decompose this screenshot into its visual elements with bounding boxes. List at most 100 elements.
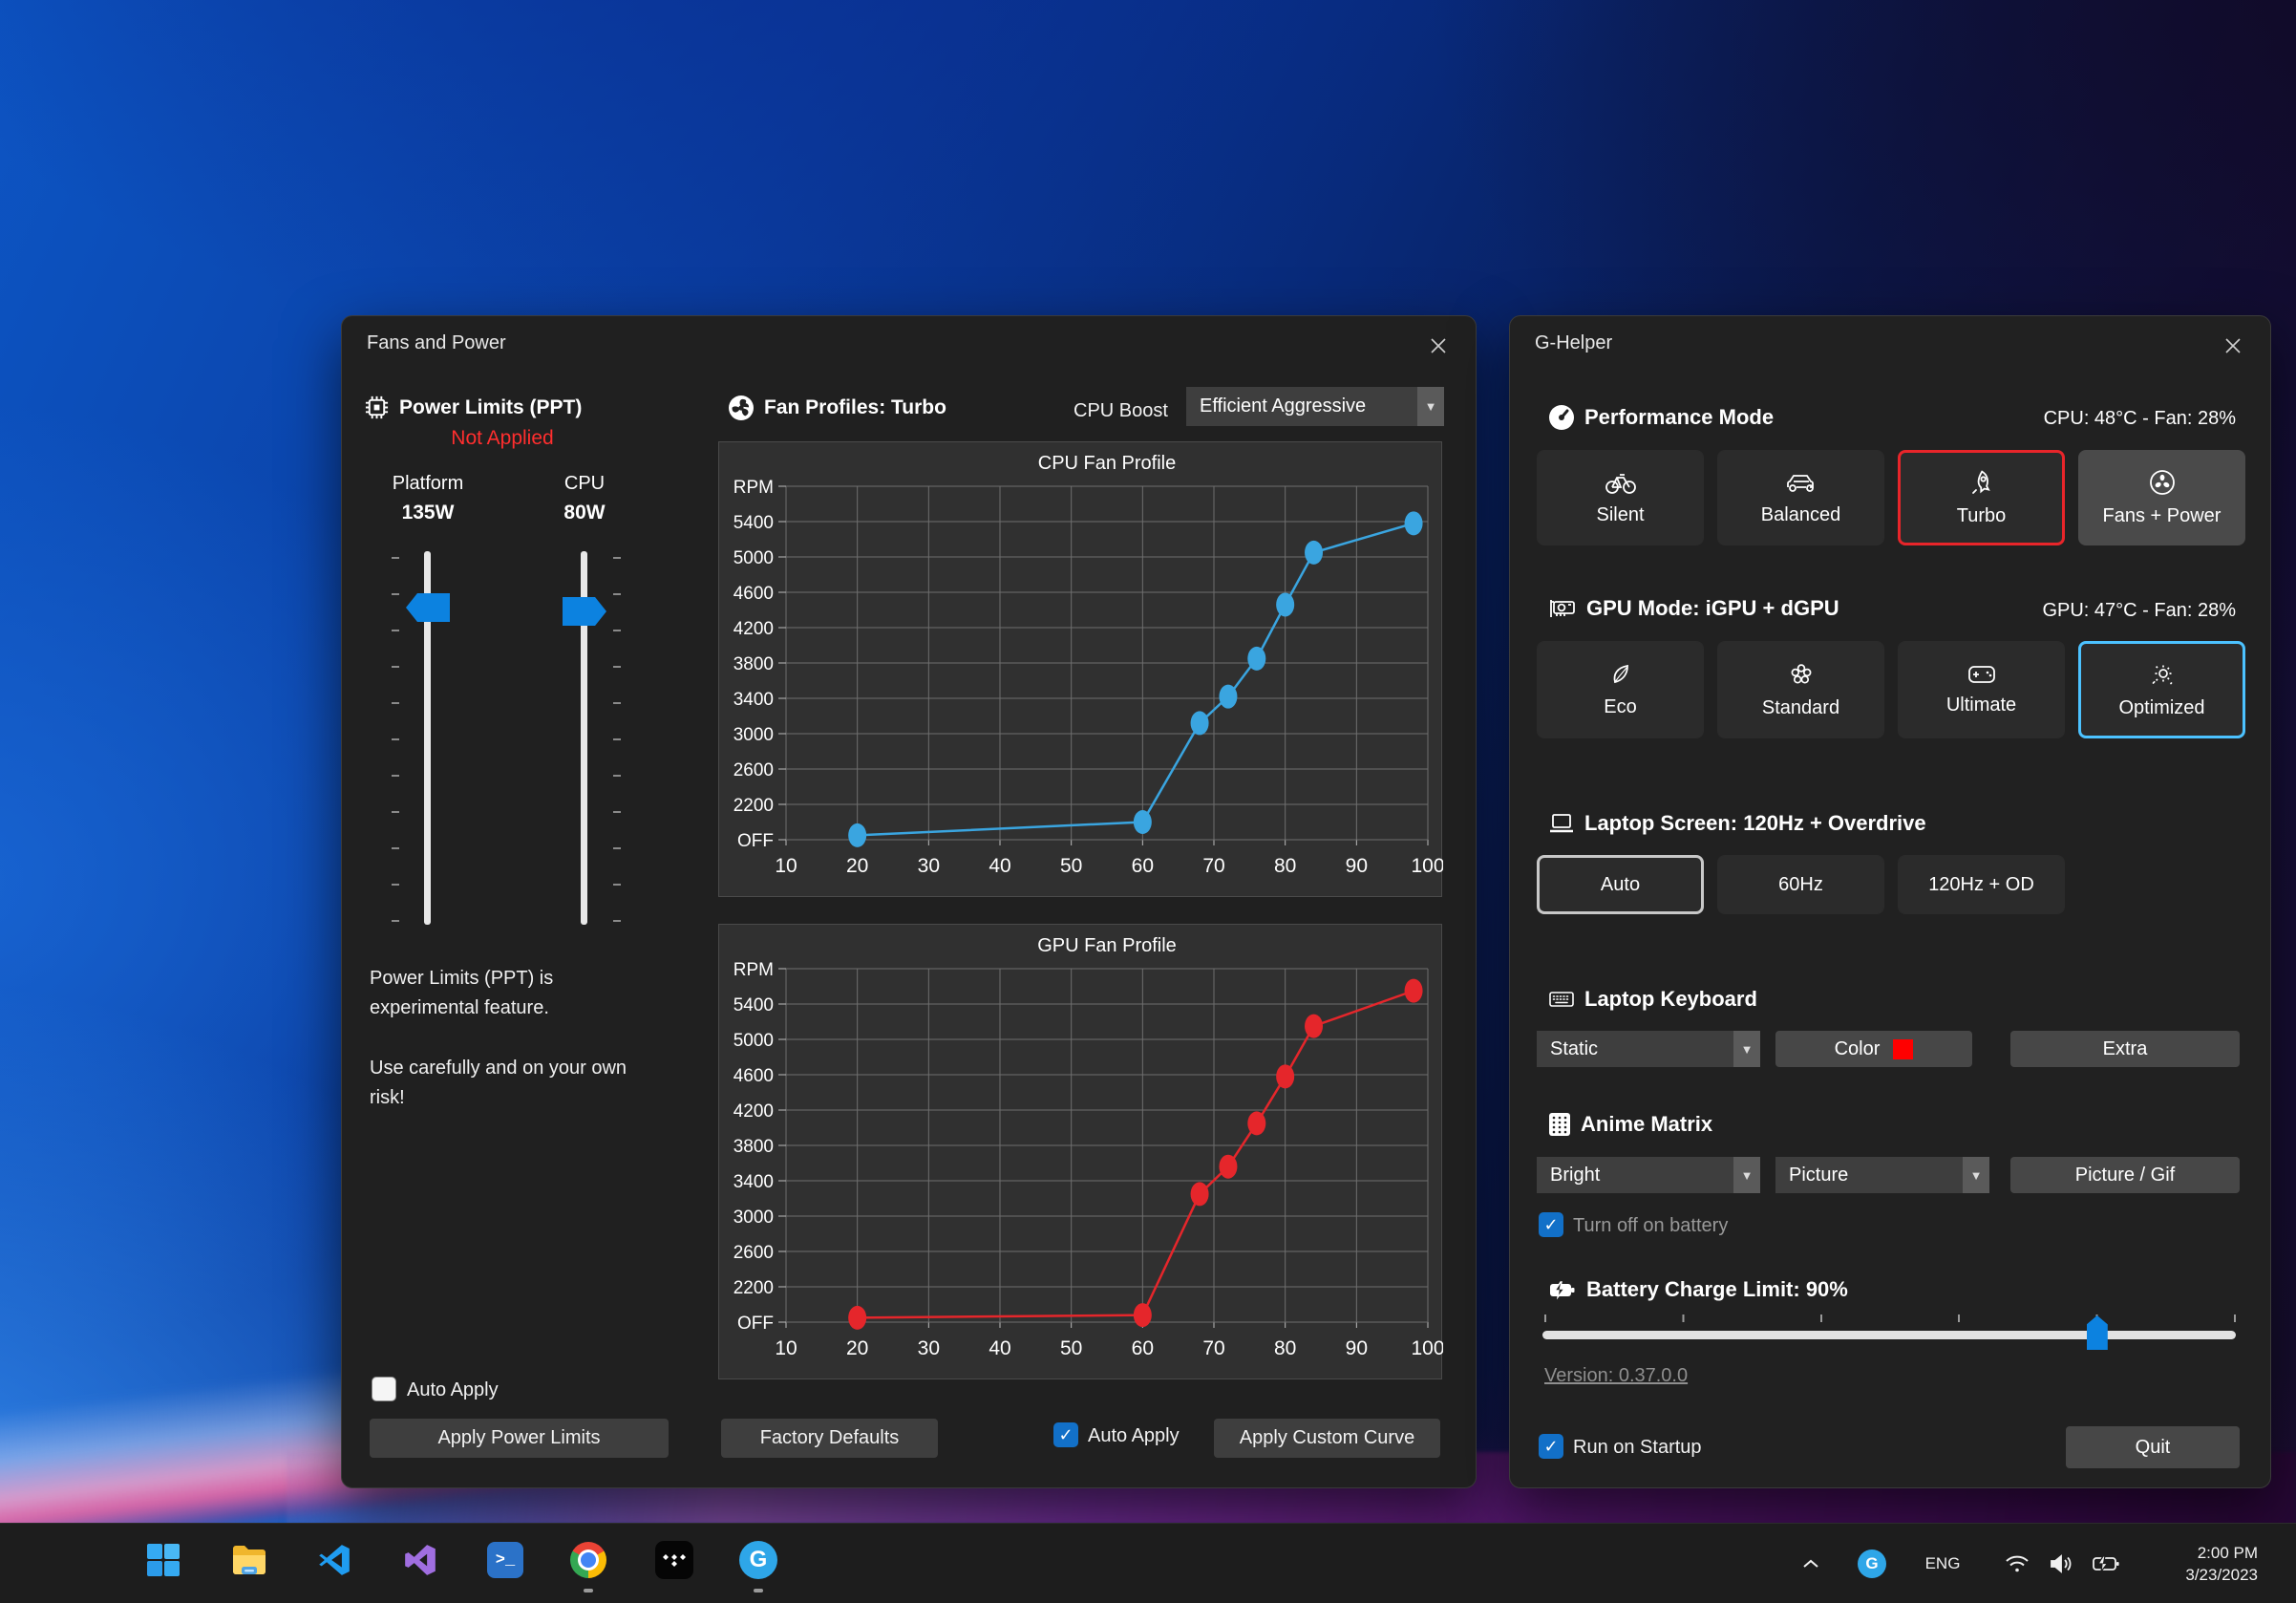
rocket-icon xyxy=(1968,469,1995,496)
svg-text:5000: 5000 xyxy=(733,1031,774,1051)
tray-time: 2:00 PM xyxy=(2198,1542,2258,1564)
turn-off-on-battery-checkbox[interactable]: ✓ xyxy=(1539,1212,1563,1237)
quit-button[interactable]: Quit xyxy=(2066,1426,2240,1468)
apply-custom-curve-button[interactable]: Apply Custom Curve xyxy=(1214,1419,1440,1458)
power-limits-note-1: Power Limits (PPT) is experimental featu… xyxy=(370,964,656,1023)
gpu-mode-heading: GPU Mode: iGPU + dGPU xyxy=(1548,596,1839,621)
keyboard-extra-button[interactable]: Extra xyxy=(2010,1031,2240,1067)
turn-off-on-battery-label: Turn off on battery xyxy=(1573,1215,1728,1237)
svg-text:80: 80 xyxy=(1274,855,1296,877)
tray-chevron-up-icon[interactable] xyxy=(1794,1524,1828,1603)
keyboard-color-button[interactable]: Color xyxy=(1775,1031,1972,1067)
gpu-fan-chart[interactable]: GPU Fan Profile102030405060708090100OFF2… xyxy=(718,924,1442,1379)
powershell-glyph: >_ xyxy=(496,1551,515,1570)
power-limits-heading: Power Limits (PPT) xyxy=(364,395,582,420)
cpu-boost-value: Efficient Aggressive xyxy=(1186,387,1417,426)
cpu-boost-label: CPU Boost xyxy=(1074,400,1168,422)
chevron-down-icon[interactable]: ▼ xyxy=(1733,1031,1760,1067)
perf-turbo-label: Turbo xyxy=(1957,505,2007,527)
fan-profiles-heading: Fan Profiles: Turbo xyxy=(728,395,946,421)
perf-balanced-button[interactable]: Balanced xyxy=(1717,450,1884,545)
svg-text:RPM: RPM xyxy=(733,478,774,498)
svg-text:40: 40 xyxy=(989,1337,1010,1359)
matrix-mode-value: Picture xyxy=(1775,1157,1963,1193)
battery-icon[interactable] xyxy=(2086,1524,2126,1603)
perf-silent-button[interactable]: Silent xyxy=(1537,450,1704,545)
version-link[interactable]: Version: 0.37.0.0 xyxy=(1544,1365,1688,1387)
run-on-startup-checkbox[interactable]: ✓ xyxy=(1539,1434,1563,1459)
keyboard-mode-value: Static xyxy=(1537,1031,1733,1067)
svg-text:60: 60 xyxy=(1132,855,1154,877)
cpu-boost-dropdown[interactable]: Efficient Aggressive ▼ xyxy=(1186,387,1444,426)
tray-g-helper-icon[interactable]: G xyxy=(1855,1524,1889,1603)
matrix-brightness-dropdown[interactable]: Bright ▼ xyxy=(1537,1157,1760,1193)
laptop-screen-heading: Laptop Screen: 120Hz + Overdrive xyxy=(1548,811,1926,836)
screen-60hz-button[interactable]: 60Hz xyxy=(1717,855,1884,914)
tidal-icon xyxy=(655,1541,693,1579)
start-button[interactable] xyxy=(140,1537,186,1583)
platform-slider-ticks xyxy=(392,557,399,922)
keyboard-mode-dropdown[interactable]: Static ▼ xyxy=(1537,1031,1760,1067)
check-icon: ✓ xyxy=(1058,1425,1073,1445)
clock[interactable]: 2:00 PM 3/23/2023 xyxy=(2185,1524,2258,1603)
tidal-button[interactable] xyxy=(651,1537,697,1583)
platform-slider-thumb[interactable] xyxy=(406,593,450,622)
battery-slider-track[interactable] xyxy=(1542,1331,2236,1339)
powershell-button[interactable]: >_ xyxy=(482,1537,528,1583)
battery-limit-heading-label: Battery Charge Limit: 90% xyxy=(1586,1277,1848,1302)
power-auto-apply-checkbox[interactable] xyxy=(372,1377,396,1401)
svg-text:30: 30 xyxy=(918,855,940,877)
matrix-dots-icon xyxy=(1548,1112,1571,1137)
volume-icon[interactable] xyxy=(2042,1524,2080,1603)
screen-120hz-button[interactable]: 120Hz + OD xyxy=(1898,855,2065,914)
vscode-button[interactable] xyxy=(311,1537,357,1583)
curve-auto-apply-checkbox[interactable]: ✓ xyxy=(1053,1422,1078,1447)
fan-icon xyxy=(728,395,755,421)
matrix-picture-gif-button[interactable]: Picture / Gif xyxy=(2010,1157,2240,1193)
language-indicator[interactable]: ENG xyxy=(1918,1524,1967,1603)
svg-text:2600: 2600 xyxy=(733,1243,774,1263)
gpu-eco-button[interactable]: Eco xyxy=(1537,641,1704,738)
screen-60hz-label: 60Hz xyxy=(1778,874,1823,896)
g-helper-button[interactable]: G xyxy=(735,1537,781,1583)
performance-mode-heading-label: Performance Mode xyxy=(1584,405,1774,430)
cpu-slider-thumb[interactable] xyxy=(563,597,606,626)
chrome-icon xyxy=(570,1542,606,1578)
chevron-down-icon[interactable]: ▼ xyxy=(1417,387,1444,426)
apply-power-limits-button[interactable]: Apply Power Limits xyxy=(370,1419,669,1458)
visual-studio-button[interactable] xyxy=(397,1537,443,1583)
chrome-button[interactable] xyxy=(565,1537,611,1583)
laptop-screen-heading-label: Laptop Screen: 120Hz + Overdrive xyxy=(1584,811,1926,836)
chrome-active-indicator xyxy=(584,1589,593,1592)
gpu-ultimate-button[interactable]: Ultimate xyxy=(1898,641,2065,738)
close-icon[interactable] xyxy=(2221,333,2245,358)
cpu-value: 80W xyxy=(508,502,661,524)
chevron-down-icon[interactable]: ▼ xyxy=(1963,1157,1989,1193)
quit-label: Quit xyxy=(2136,1437,2171,1459)
close-icon[interactable] xyxy=(1426,333,1451,358)
fan-icon xyxy=(2149,469,2176,496)
g-helper-active-indicator xyxy=(754,1589,763,1592)
wifi-icon[interactable] xyxy=(1998,1524,2036,1603)
factory-defaults-button[interactable]: Factory Defaults xyxy=(721,1419,938,1458)
cpu-fan-chart[interactable]: CPU Fan Profile102030405060708090100OFF2… xyxy=(718,441,1442,897)
window-title: Fans and Power xyxy=(367,332,506,354)
gpu-eco-label: Eco xyxy=(1604,696,1636,718)
perf-silent-label: Silent xyxy=(1596,504,1644,526)
svg-text:30: 30 xyxy=(918,1337,940,1359)
svg-text:CPU Fan Profile: CPU Fan Profile xyxy=(1038,453,1177,474)
gpu-standard-button[interactable]: Standard xyxy=(1717,641,1884,738)
gpu-optimized-button[interactable]: Optimized xyxy=(2078,641,2245,738)
svg-text:4200: 4200 xyxy=(733,1101,774,1122)
perf-turbo-button[interactable]: Turbo xyxy=(1898,450,2065,545)
chevron-down-icon[interactable]: ▼ xyxy=(1733,1157,1760,1193)
file-explorer-button[interactable] xyxy=(226,1537,272,1583)
svg-text:RPM: RPM xyxy=(733,960,774,980)
gpu-optimized-label: Optimized xyxy=(2118,697,2204,719)
gpu-temp-fan-status: GPU: 47°C - Fan: 28% xyxy=(2042,600,2236,622)
perf-fans-power-button[interactable]: Fans + Power xyxy=(2078,450,2245,545)
tray-date: 3/23/2023 xyxy=(2185,1564,2258,1586)
screen-auto-button[interactable]: Auto xyxy=(1537,855,1704,914)
matrix-mode-dropdown[interactable]: Picture ▼ xyxy=(1775,1157,1989,1193)
power-limits-status: Not Applied xyxy=(364,427,641,450)
